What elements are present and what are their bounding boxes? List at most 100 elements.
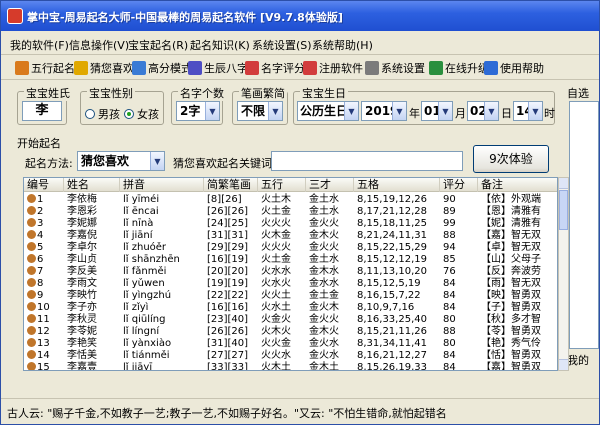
- table-cell: 8,15,26,19,33: [354, 361, 440, 370]
- title-bar[interactable]: 掌中宝-周易起名大师-中国最棒的周易起名软件 [V9.7.8体验版]: [1, 1, 599, 31]
- table-cell-text: lǐ jiāyī: [123, 362, 153, 371]
- menu-info-ops[interactable]: 信息操作(V): [69, 37, 129, 53]
- method-select[interactable]: 猜您喜欢 ▼: [77, 151, 165, 171]
- table-cell-text: [16][19]: [207, 254, 249, 265]
- table-cell-text: 8,31,34,11,41: [357, 338, 427, 349]
- table-cell: lǐ jiāyī: [120, 361, 204, 371]
- method-value: 猜您喜欢: [81, 154, 130, 168]
- table-scrollbar[interactable]: [558, 177, 569, 371]
- menu-baby-naming[interactable]: 宝宝起名(R): [128, 37, 188, 53]
- keyword-input[interactable]: [271, 151, 463, 171]
- menu-system-help[interactable]: 系统帮助(H): [312, 37, 373, 53]
- menu-system-settings[interactable]: 系统设置(S): [252, 37, 312, 53]
- table-cell-text: 90: [443, 194, 456, 205]
- scroll-up-arrow-icon[interactable]: [559, 178, 568, 189]
- right-panel-bottom-label: 我的: [567, 354, 589, 367]
- chevron-down-icon[interactable]: ▼: [268, 102, 282, 120]
- hour-select[interactable]: 14 ▼: [513, 101, 543, 121]
- toolbar-button-7[interactable]: 在线升级: [429, 59, 489, 77]
- table-cell-text: 【子】智勇双: [481, 302, 541, 313]
- method-label: 起名方法:: [25, 157, 73, 170]
- start-naming-button[interactable]: 9次体验: [473, 145, 549, 173]
- table-cell-text: 8,15,21,11,26: [357, 326, 427, 337]
- radio-dot: [85, 109, 95, 119]
- name-length-select[interactable]: 2字 ▼: [176, 101, 220, 121]
- table-cell-text: [20][20]: [207, 266, 249, 277]
- gender-male-radio[interactable]: 男孩: [85, 106, 120, 122]
- gender-group: 宝宝性别 男孩 女孩: [80, 85, 164, 125]
- toolbar-button-3[interactable]: 生辰八字: [188, 59, 248, 77]
- column-header[interactable]: 备注: [478, 178, 557, 192]
- baby-icon: [27, 362, 36, 370]
- toolbar-button-8[interactable]: 使用帮助: [484, 59, 544, 77]
- table-cell-text: 94: [443, 242, 456, 253]
- column-header[interactable]: 三才: [306, 178, 354, 192]
- gender-female-radio[interactable]: 女孩: [124, 106, 159, 122]
- year-select[interactable]: 2019 ▼: [361, 101, 407, 121]
- toolbar-button-label: 名字评分: [261, 62, 305, 75]
- chevron-down-icon[interactable]: ▼: [438, 102, 452, 120]
- table-cell-text: 金土水: [309, 254, 339, 265]
- toolbar-button-4[interactable]: 名字评分: [245, 59, 305, 77]
- baby-icon: [27, 278, 36, 287]
- column-header[interactable]: 编号: [24, 178, 64, 192]
- baby-icon: [27, 350, 36, 359]
- script-select[interactable]: 不限 ▼: [237, 101, 283, 121]
- menu-my-software[interactable]: 我的软件(F): [10, 37, 69, 53]
- globe-icon: [429, 61, 443, 75]
- table-cell-text: [16][16]: [207, 302, 249, 313]
- column-header[interactable]: 简繁笔画: [204, 178, 258, 192]
- day-unit: 日: [501, 107, 512, 120]
- table-cell-text: lǐ yīméi: [123, 194, 160, 205]
- table-cell-text: 李恩彩: [67, 206, 97, 217]
- chevron-down-icon[interactable]: ▼: [484, 102, 498, 120]
- month-select[interactable]: 01 ▼: [421, 101, 453, 121]
- toolbar-button-5[interactable]: 注册软件: [303, 59, 363, 77]
- table-cell: [33][33]: [204, 361, 258, 370]
- chevron-down-icon[interactable]: ▼: [344, 102, 358, 120]
- day-select[interactable]: 02 ▼: [467, 101, 499, 121]
- chevron-down-icon[interactable]: ▼: [392, 102, 406, 120]
- results-table: 编号 姓名 拼音 简繁笔画 五行 三才 五格 评分 备注 1 李依梅 lǐ yīméi [8][26]…: [23, 177, 558, 371]
- favorites-list[interactable]: [569, 101, 599, 349]
- table-cell-text: 84: [443, 302, 456, 313]
- table-cell-text: lǐ zhuóěr: [123, 242, 167, 253]
- table-cell-text: 【嘉】智无双: [481, 230, 541, 241]
- table-cell-text: 84: [443, 350, 456, 361]
- help-icon: [484, 61, 498, 75]
- table-header: 编号 姓名 拼音 简繁笔画 五行 三才 五格 评分 备注: [24, 178, 557, 192]
- toolbar-button-1[interactable]: 猜您喜欢: [74, 59, 134, 77]
- menu-naming-knowledge[interactable]: 起名知识(K): [190, 37, 250, 53]
- column-header[interactable]: 五行: [258, 178, 306, 192]
- table-cell-text: 火火火: [261, 242, 291, 253]
- scrollbar-thumb[interactable]: [559, 190, 568, 230]
- table-cell-text: 8,15,12,12,19: [357, 254, 427, 265]
- calendar-select[interactable]: 公历生日 ▼: [297, 101, 359, 121]
- column-header[interactable]: 五格: [354, 178, 440, 192]
- table-cell-text: 【山】父母子: [481, 254, 541, 265]
- script-label: 笔画繁简: [239, 85, 287, 101]
- scroll-down-arrow-icon[interactable]: [559, 359, 568, 370]
- table-cell-text: [26][26]: [207, 206, 249, 217]
- chevron-down-icon[interactable]: ▼: [205, 102, 219, 120]
- toolbar-button-0[interactable]: 五行起名: [15, 59, 75, 77]
- toolbar-button-6[interactable]: 系统设置: [365, 59, 425, 77]
- toolbar-button-2[interactable]: 高分模式: [132, 59, 192, 77]
- chevron-down-icon[interactable]: ▼: [150, 152, 164, 170]
- bagua-icon: [15, 61, 29, 75]
- table-cell-text: 8,10,9,7,16: [357, 302, 415, 313]
- surname-input[interactable]: 李: [22, 101, 62, 121]
- table-cell-text: 84: [443, 278, 456, 289]
- table-cell-text: lǐ jiāní: [123, 230, 153, 241]
- column-header[interactable]: 评分: [440, 178, 478, 192]
- table-cell-text: 【艳】秀气伶: [481, 338, 541, 349]
- script-value: 不限: [241, 104, 266, 118]
- app-window: 掌中宝-周易起名大师-中国最棒的周易起名软件 [V9.7.8体验版] 我的软件(…: [0, 0, 600, 425]
- table-cell-text: [29][29]: [207, 242, 249, 253]
- chevron-down-icon[interactable]: ▼: [528, 102, 542, 120]
- table-cell-text: 76: [443, 266, 456, 277]
- table-cell-text: 李山贞: [67, 254, 97, 265]
- table-row[interactable]: 15 李嘉壹 lǐ jiāyī [33][33] 火木土 金木土 8,15,26,19,33…: [24, 361, 557, 371]
- column-header[interactable]: 姓名: [64, 178, 120, 192]
- column-header[interactable]: 拼音: [120, 178, 204, 192]
